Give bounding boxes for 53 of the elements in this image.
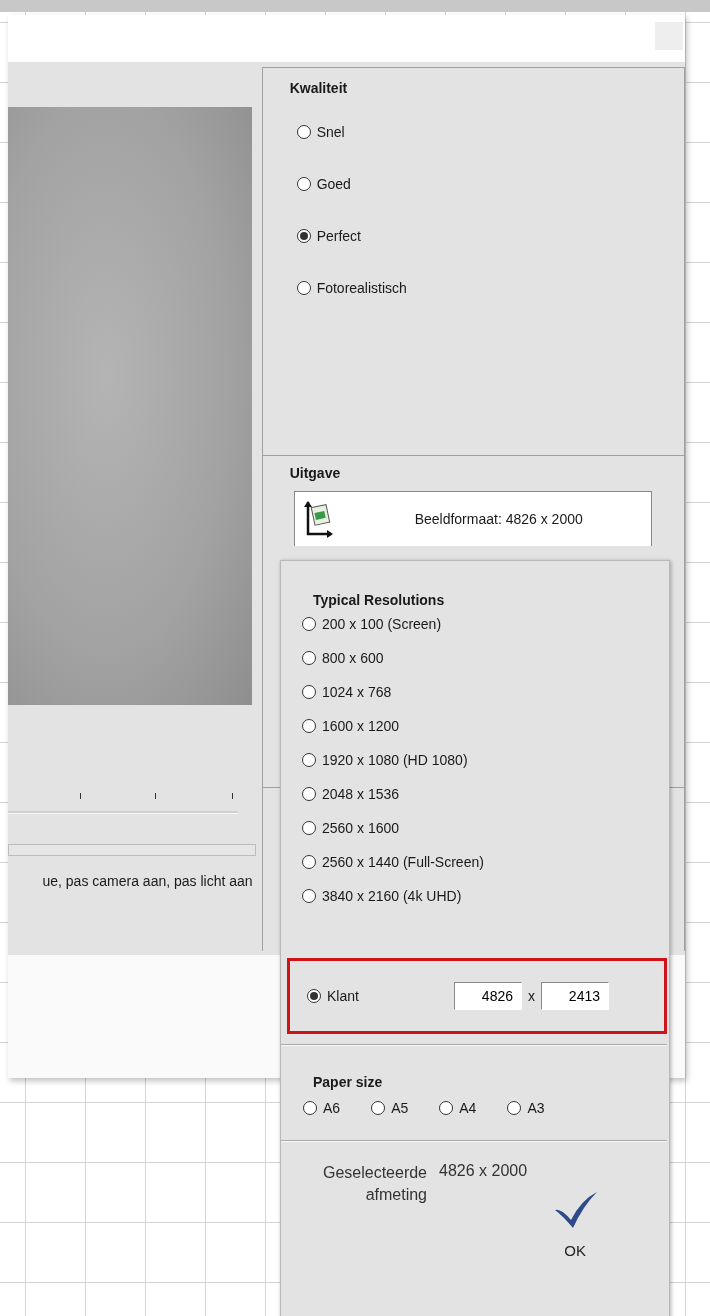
selected-size-label: Geselecteerde afmeting (321, 1163, 427, 1205)
section-title: Paper size (313, 1074, 384, 1090)
radio-button[interactable] (371, 1101, 386, 1115)
radio-option[interactable]: Perfect (296, 228, 684, 244)
radio-option[interactable]: A3 (507, 1100, 545, 1116)
radio-button[interactable] (296, 125, 311, 139)
radio-button[interactable] (302, 753, 316, 767)
slider-tick (232, 793, 233, 799)
radio-button[interactable] (302, 617, 316, 631)
radio-button[interactable] (302, 821, 316, 835)
radio-button[interactable] (302, 719, 316, 733)
section-title: Uitgave (289, 465, 342, 481)
section-title: Kwaliteit (289, 80, 349, 96)
radio-option[interactable]: Fotorealistisch (296, 280, 684, 296)
radio-option[interactable]: Snel (296, 124, 684, 140)
radio-option[interactable]: 800 x 600 (302, 650, 669, 666)
radio-button[interactable] (302, 855, 316, 869)
radio-option[interactable]: 1600 x 1200 (302, 718, 669, 734)
image-size-field[interactable]: Beeldformaat: 4826 x 2000 (293, 491, 652, 546)
radio-button[interactable] (296, 229, 311, 243)
radio-button[interactable] (296, 281, 311, 295)
radio-option[interactable]: 1024 x 768 (302, 684, 669, 700)
radio-option[interactable]: 2048 x 1536 (302, 786, 669, 802)
radio-option[interactable]: 3840 x 2160 (4k UHD) (302, 888, 669, 904)
radio-button[interactable] (307, 989, 321, 1003)
ok-button[interactable]: OK (553, 1190, 598, 1259)
times-sign: x (528, 988, 535, 1004)
slider-tick (155, 793, 156, 799)
radio-button[interactable] (439, 1101, 454, 1115)
section-title: Typical Resolutions (313, 592, 446, 608)
slider-tick (80, 793, 81, 799)
width-input[interactable]: 4826 (454, 982, 522, 1010)
radio-option[interactable]: A5 (371, 1100, 409, 1116)
radio-button[interactable] (507, 1101, 522, 1115)
radio-button[interactable] (302, 889, 316, 903)
radio-button[interactable] (302, 651, 316, 665)
resize-image-icon (302, 500, 333, 538)
selected-size-value: 4826 x 2000 (439, 1162, 528, 1180)
radio-option[interactable]: 200 x 100 (Screen) (302, 616, 669, 632)
radio-option[interactable]: A6 (303, 1100, 341, 1116)
radio-button[interactable] (302, 685, 316, 699)
radio-option[interactable]: Klant (307, 988, 454, 1004)
radio-option[interactable]: 1920 x 1080 (HD 1080) (302, 752, 669, 768)
radio-option[interactable]: 2560 x 1440 (Full-Screen) (302, 854, 669, 870)
checkmark-icon (553, 1190, 598, 1230)
height-input[interactable]: 2413 (541, 982, 609, 1010)
radio-option[interactable]: 2560 x 1600 (302, 820, 669, 836)
status-text: ue, pas camera aan, pas licht aan (42, 873, 253, 889)
radio-button[interactable] (302, 787, 316, 801)
radio-button[interactable] (296, 177, 311, 191)
radio-button[interactable] (303, 1101, 317, 1115)
radio-option[interactable]: A4 (439, 1100, 477, 1116)
radio-option[interactable]: Goed (296, 176, 684, 192)
